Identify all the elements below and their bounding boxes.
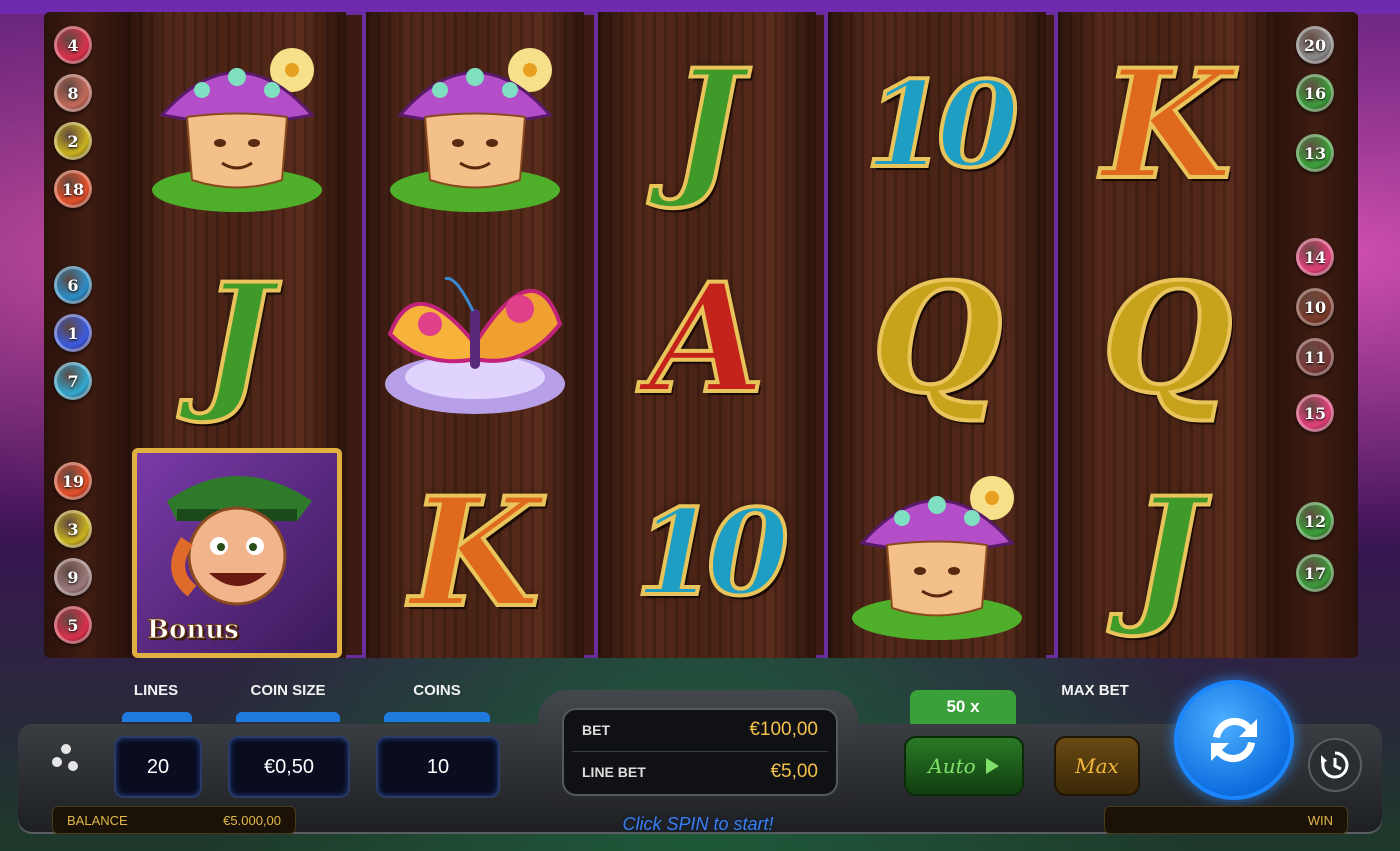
payline-badge[interactable]: 2 <box>54 122 92 160</box>
auto-button[interactable]: Auto <box>904 736 1024 796</box>
symbol-text: K <box>1100 37 1234 213</box>
line-bet-label: LINE BET <box>582 764 646 780</box>
symbol-leprechaun-bonus: Bonus <box>132 448 342 658</box>
mushroom-icon <box>852 476 1022 640</box>
symbol-letter-k: K <box>370 448 580 658</box>
payline-badge[interactable]: 8 <box>54 74 92 112</box>
payline-column-right: 20 16 13 14 10 11 15 12 17 <box>1274 12 1358 658</box>
win-label: WIN <box>1307 812 1333 828</box>
auto-multiplier-tag[interactable]: 50 x <box>910 690 1016 724</box>
bonus-label: Bonus <box>147 615 240 646</box>
reel-3: J A 10 <box>594 12 816 658</box>
lines-field[interactable]: 20 <box>114 736 202 798</box>
bet-display: BET €100,00 LINE BET €5,00 <box>562 708 838 796</box>
auto-label: Auto <box>928 754 976 778</box>
leprechaun-icon <box>167 476 312 606</box>
payline-badge[interactable]: 4 <box>54 26 92 64</box>
coin-size-tab <box>236 712 340 722</box>
line-bet-value: €5,00 <box>770 761 818 782</box>
symbol-text: 10 <box>633 483 791 622</box>
history-button[interactable] <box>1308 738 1362 792</box>
spin-button[interactable] <box>1174 680 1294 800</box>
spin-arrows-icon <box>1211 717 1257 763</box>
coins-tab <box>384 712 490 722</box>
mushroom-icon <box>390 48 560 212</box>
max-bet-button[interactable]: Max <box>1054 736 1140 796</box>
menu-icon[interactable] <box>48 740 84 776</box>
reel-1: J Bonus <box>128 12 346 658</box>
symbol-mushroom <box>832 448 1042 658</box>
symbol-text: Q <box>870 251 1005 427</box>
symbol-letter-k: K <box>1062 20 1272 230</box>
butterfly-icon <box>385 276 565 414</box>
payline-badge[interactable]: 14 <box>1296 238 1334 276</box>
payline-badge[interactable]: 11 <box>1296 338 1334 376</box>
bet-label: BET <box>582 722 610 738</box>
mushroom-icon <box>152 48 322 212</box>
win-display: WIN <box>1104 806 1348 834</box>
bet-value: €100,00 <box>749 719 818 740</box>
symbol-letter-j: J <box>1062 448 1272 658</box>
symbol-text: 10 <box>863 55 1021 194</box>
balance-value: €5.000,00 <box>223 812 281 828</box>
payline-badge[interactable]: 3 <box>54 510 92 548</box>
coin-size-field[interactable]: €0,50 <box>228 736 350 798</box>
payline-badge[interactable]: 19 <box>54 462 92 500</box>
reel-4: 10 Q <box>824 12 1046 658</box>
symbol-text: J <box>1130 465 1205 641</box>
symbol-butterfly <box>370 234 580 444</box>
payline-badge[interactable]: 18 <box>54 170 92 208</box>
bet-row: BET €100,00 <box>582 710 818 750</box>
lines-label: LINES <box>133 682 179 699</box>
payline-badge[interactable]: 9 <box>54 558 92 596</box>
max-label: Max <box>1075 754 1119 778</box>
symbol-text: K <box>408 465 542 641</box>
coins-label: COINS <box>413 682 461 699</box>
lines-tab <box>122 712 192 722</box>
balance-label: BALANCE <box>67 812 128 828</box>
payline-badge[interactable]: 5 <box>54 606 92 644</box>
spin-prompt: Click SPIN to start! <box>622 814 774 834</box>
coin-size-label: COIN SIZE <box>250 682 326 699</box>
symbol-letter-j: J <box>132 234 342 444</box>
symbol-text: J <box>670 37 745 213</box>
reel-area: 4 8 2 18 6 1 7 19 3 9 5 20 16 13 14 10 11 15 12 17 J Bonus K… <box>44 12 1358 658</box>
symbol-text: Q <box>1100 251 1235 427</box>
history-icon <box>1321 751 1349 779</box>
play-icon <box>985 758 999 774</box>
coins-field[interactable]: 10 <box>376 736 500 798</box>
payline-badge[interactable]: 20 <box>1296 26 1334 64</box>
balance-display: BALANCE €5.000,00 <box>52 806 296 834</box>
payline-badge[interactable]: 15 <box>1296 394 1334 432</box>
symbol-text: J <box>200 251 275 427</box>
symbol-ten: 10 <box>602 448 812 658</box>
bet-panel: BET €100,00 LINE BET €5,00 <box>538 690 858 808</box>
symbol-ten: 10 <box>832 20 1042 230</box>
symbol-letter-q: Q <box>832 234 1042 444</box>
payline-badge[interactable]: 1 <box>54 314 92 352</box>
payline-badge[interactable]: 17 <box>1296 554 1334 592</box>
control-bar: LINES 20 COIN SIZE €0,50 COINS 10 BET €1… <box>18 680 1382 840</box>
payline-badge[interactable]: 7 <box>54 362 92 400</box>
payline-badge[interactable]: 12 <box>1296 502 1334 540</box>
payline-column-left: 4 8 2 18 6 1 7 19 3 9 5 <box>44 12 128 658</box>
symbol-letter-a: A <box>602 234 812 444</box>
symbol-mushroom <box>370 20 580 230</box>
symbol-letter-q: Q <box>1062 234 1272 444</box>
symbol-mushroom <box>132 20 342 230</box>
payline-badge[interactable]: 10 <box>1296 288 1334 326</box>
reel-5: KQJ <box>1054 12 1276 658</box>
payline-badge[interactable]: 6 <box>54 266 92 304</box>
payline-badge[interactable]: 16 <box>1296 74 1334 112</box>
symbol-text: A <box>647 251 767 427</box>
symbol-letter-j: J <box>602 20 812 230</box>
line-bet-row: LINE BET €5,00 <box>582 752 818 792</box>
payline-badge[interactable]: 13 <box>1296 134 1334 172</box>
reel-2: K <box>362 12 584 658</box>
max-bet-label: MAX BET <box>1061 682 1129 699</box>
